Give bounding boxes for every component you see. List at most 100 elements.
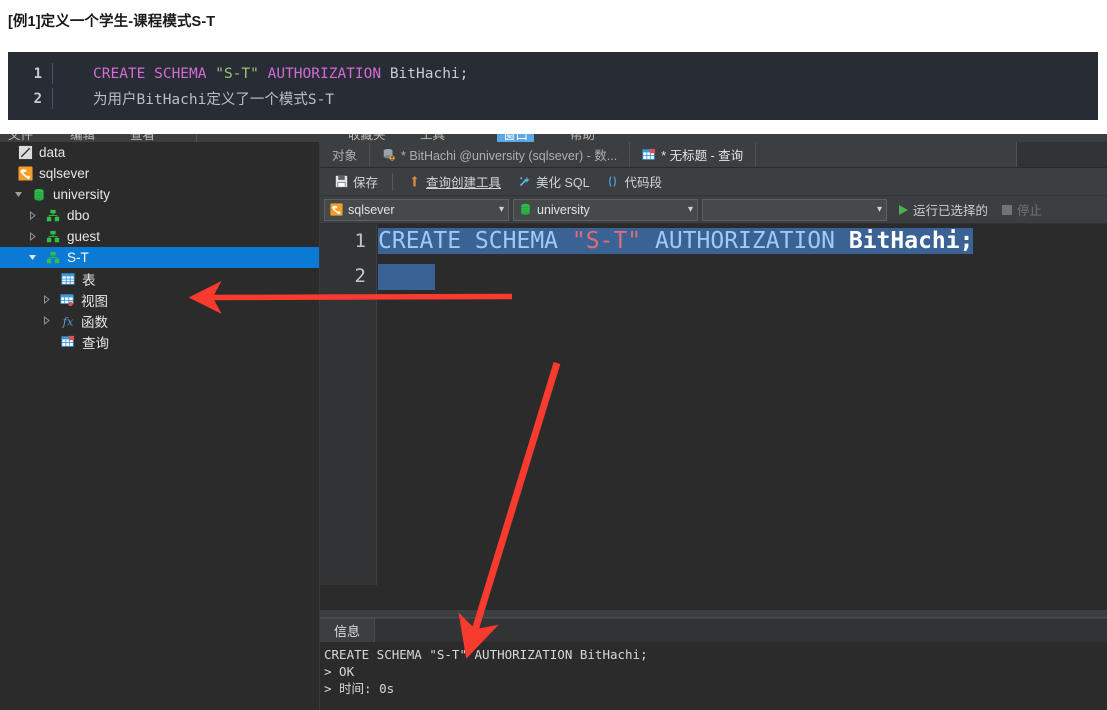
menu-item-window[interactable]: 窗口 — [497, 134, 535, 142]
schema-dropdown[interactable]: ▾ — [702, 198, 887, 221]
tab-untitled-query[interactable]: * 无标题 - 查询 — [630, 142, 757, 167]
database-dropdown[interactable]: university ▾ — [513, 198, 698, 221]
editor-code-area[interactable]: CREATE SCHEMA "S-T" AUTHORIZATION BitHac… — [378, 224, 1107, 585]
sqlserver-icon — [17, 166, 33, 182]
query-icon — [60, 334, 76, 350]
stop-label: 停止 — [1017, 204, 1043, 218]
save-icon — [334, 175, 348, 189]
sql-editor[interactable]: 1 2 CREATE SCHEMA "S-T" AUTHORIZATION Bi… — [320, 224, 1107, 585]
menu-item-view[interactable]: 查看 — [130, 134, 155, 142]
chevron-down-icon[interactable]: ▾ — [489, 204, 504, 215]
database-value: university — [537, 202, 590, 217]
navicat-window: 文件 编辑 查看 收藏夹 工具 窗口 帮助 data sqlsever univ… — [0, 134, 1107, 710]
message-output: CREATE SCHEMA "S-T" AUTHORIZATION BitHac… — [324, 647, 648, 696]
tree-item-label: data — [39, 145, 66, 160]
menu-item-help[interactable]: 帮助 — [570, 134, 595, 142]
code-line-text: 为用户BitHachi定义了一个模式S-T — [53, 88, 334, 109]
twisty-collapsed-icon[interactable] — [26, 232, 39, 241]
table-icon — [60, 271, 76, 287]
chevron-down-icon[interactable]: ▾ — [678, 204, 693, 215]
twisty-expanded-icon[interactable] — [26, 253, 39, 262]
code-token-keyword: AUTHORIZATION — [258, 65, 390, 82]
server-value: sqlsever — [348, 202, 395, 217]
sqlserver-icon — [329, 203, 343, 217]
tree-item-s-t[interactable]: S-T — [0, 247, 319, 268]
code-token-keyword: CREATE SCHEMA — [93, 65, 216, 82]
twisty-expanded-icon[interactable] — [12, 190, 25, 199]
message-tab-bar[interactable]: 信息 — [320, 618, 1107, 642]
horizontal-splitter[interactable] — [320, 610, 1107, 617]
editor-line[interactable]: CREATE SCHEMA "S-T" AUTHORIZATION BitHac… — [378, 224, 1107, 259]
menu-item-favorites[interactable]: 收藏夹 — [348, 134, 386, 142]
page-title: [例1]定义一个学生-课程模式S-T — [8, 14, 216, 30]
tree-item-university[interactable]: university — [0, 184, 319, 205]
screenshot-root: [例1]定义一个学生-课程模式S-T 1 CREATE SCHEMA "S-T"… — [0, 0, 1107, 710]
connection-bar[interactable]: sqlsever ▾ university ▾ ▾ 运行已选择的 停止 — [320, 196, 1107, 224]
view-icon — [59, 292, 75, 308]
code-line-text: CREATE SCHEMA "S-T" AUTHORIZATION BitHac… — [53, 66, 468, 82]
tab-bar[interactable]: 对象 * BitHachi @university (sqlsever) - 数… — [320, 142, 1107, 168]
article-code-block: 1 CREATE SCHEMA "S-T" AUTHORIZATION BitH… — [8, 52, 1098, 120]
tree-item-label: 查询 — [82, 335, 109, 351]
function-icon: fx — [59, 313, 75, 329]
message-tab-label: 信息 — [334, 624, 361, 639]
menu-bar[interactable]: 文件 编辑 查看 收藏夹 工具 窗口 帮助 — [0, 134, 1107, 142]
code-token-comment: 为用户BitHachi定义了一个模式S-T — [93, 92, 335, 108]
code-token-identifier: BitHachi; — [389, 65, 469, 82]
snippet-label: 代码段 — [624, 176, 663, 190]
tree-item-data[interactable]: data — [0, 142, 319, 163]
tree-item-guest[interactable]: guest — [0, 226, 319, 247]
tree-item-views[interactable]: 视图 — [0, 289, 319, 310]
message-panel: 信息 CREATE SCHEMA "S-T" AUTHORIZATION Bit… — [320, 617, 1107, 710]
save-label: 保存 — [353, 176, 379, 190]
editor-line[interactable] — [378, 259, 1107, 294]
editor-token-plain: CREATE SCHEMA — [378, 228, 572, 254]
menu-item-file[interactable]: 文件 — [8, 134, 33, 142]
tree-item-queries[interactable]: 查询 — [0, 331, 319, 352]
code-snippet-button[interactable]: 代码段 — [598, 171, 671, 193]
editor-line-number: 2 — [354, 265, 366, 287]
query-icon — [642, 148, 656, 162]
menu-item-edit[interactable]: 编辑 — [70, 134, 95, 142]
code-line-number: 1 — [33, 65, 42, 82]
menu-divider — [196, 134, 197, 142]
tab-messages[interactable]: 信息 — [320, 618, 376, 642]
query-builder-icon — [407, 175, 421, 189]
tree-item-tables[interactable]: 表 — [0, 268, 319, 289]
tree-item-functions[interactable]: fx 函数 — [0, 310, 319, 331]
schema-icon — [45, 250, 61, 266]
query-toolbar[interactable]: 保存 查询创建工具 美化 SQL 代码段 — [320, 168, 1107, 196]
stop-button: 停止 — [992, 200, 1042, 219]
run-selected-button[interactable]: 运行已选择的 — [891, 200, 988, 219]
twisty-collapsed-icon[interactable] — [26, 211, 39, 220]
tree-item-label: 函数 — [81, 314, 108, 330]
tree-item-dbo[interactable]: dbo — [0, 205, 319, 226]
object-tree[interactable]: data sqlsever university dbo guest S-T 表… — [0, 142, 320, 710]
code-token-string: "S-T" — [215, 65, 259, 82]
database-icon — [31, 187, 47, 203]
server-dropdown[interactable]: sqlsever ▾ — [324, 198, 509, 221]
query-builder-button[interactable]: 查询创建工具 — [399, 171, 509, 193]
database-icon — [518, 203, 532, 217]
editor-token-string: "S-T" — [571, 228, 642, 254]
tab-bar-end — [1017, 142, 1107, 167]
tab-bithachi-connection[interactable]: * BitHachi @university (sqlsever) - 数... — [370, 142, 631, 167]
twisty-collapsed-icon[interactable] — [40, 316, 53, 325]
stop-icon — [1002, 204, 1013, 215]
twisty-collapsed-icon[interactable] — [40, 295, 53, 304]
chevron-down-icon[interactable]: ▾ — [867, 204, 882, 215]
save-button[interactable]: 保存 — [326, 171, 386, 193]
tab-label: 对象 — [332, 149, 358, 163]
code-line: 2 为用户BitHachi定义了一个模式S-T — [8, 86, 1098, 111]
tree-item-label: guest — [67, 229, 101, 244]
play-icon — [899, 204, 908, 215]
tree-item-label: sqlsever — [39, 166, 90, 181]
tree-item-sqlsever[interactable]: sqlsever — [0, 163, 319, 184]
tab-objects[interactable]: 对象 — [320, 142, 371, 167]
schema-icon — [45, 208, 61, 224]
editor-selection-empty — [378, 263, 435, 290]
beautify-sql-button[interactable]: 美化 SQL — [509, 171, 598, 193]
menu-item-tools[interactable]: 工具 — [420, 134, 445, 142]
code-line: 1 CREATE SCHEMA "S-T" AUTHORIZATION BitH… — [8, 61, 1098, 86]
toolbar-divider — [392, 172, 394, 191]
